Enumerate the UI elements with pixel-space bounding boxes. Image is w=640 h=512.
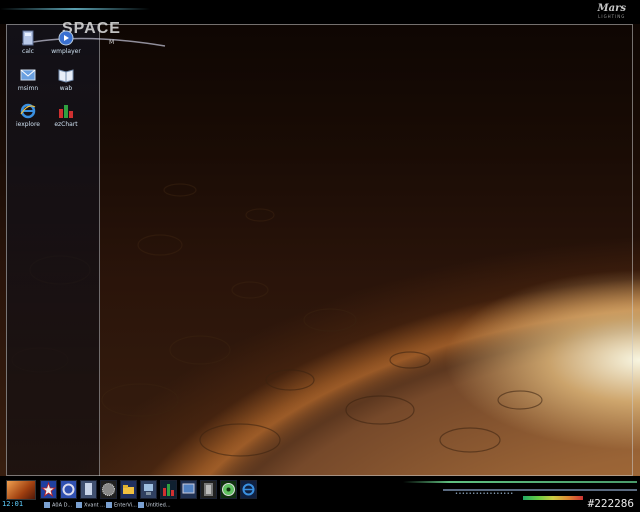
monitor-icon[interactable] [180,480,197,499]
task-button[interactable]: A0A D... [44,502,72,511]
chart-icon[interactable] [160,480,177,499]
task-button[interactable]: Untitled... [138,502,171,511]
task-button[interactable]: EnterVi... [106,502,137,511]
internet-explorer-icon [20,103,36,119]
window-icon [138,502,144,508]
desktop-icon-wab[interactable]: wab [46,67,86,92]
window-icon [106,502,112,508]
network-icon[interactable] [140,480,157,499]
task-button[interactable]: Xvant ... [76,502,105,511]
half-moon-icon[interactable] [60,480,77,499]
start-button[interactable] [6,480,36,500]
desktop-icon-iexplore[interactable]: iexplore [8,103,48,128]
desktop-icon-label: iexplore [16,121,40,128]
chart-icon [59,105,73,118]
globe-icon[interactable] [100,480,117,499]
window-icon [44,502,50,508]
disc-icon[interactable] [220,480,237,499]
address-book-icon [58,69,74,83]
calculator-icon [22,30,34,46]
window-icon [76,502,82,508]
desktop-icon-label: ezChart [54,121,78,128]
brand-title: Mars [597,3,626,14]
star-icon[interactable] [40,480,57,499]
desktop-icon-label: msimn [17,85,39,92]
top-accent-line [0,8,150,10]
brand-logo: Mars LIGHTING [598,3,626,19]
document-icon[interactable] [80,480,97,499]
level-meter [523,496,583,500]
mail-icon [20,69,36,81]
desktop-icon-label: wmplayer [51,48,81,55]
desktop-icon-ezchart[interactable]: ezChart [46,103,86,128]
desktop-frame [6,24,633,476]
color-code-label: #222286 [587,497,634,510]
media-player-icon [58,30,74,46]
desktop-icon-msimn[interactable]: msimn [8,67,48,92]
desktop-icon-wmplayer[interactable]: wmplayer [46,30,86,55]
film-icon[interactable] [200,480,217,499]
desktop-icon-calc[interactable]: calc [8,30,48,55]
desktop-icon-label: calc [22,48,34,55]
status-dots: ••••••••••••••••• [455,491,514,497]
desktop-title-suffix: M [109,39,115,46]
internet-explorer-icon[interactable] [240,480,257,499]
taskbar-clock: 12:01 [2,500,24,508]
brand-subtitle: LIGHTING [598,14,626,19]
tray-accent-line [403,481,637,483]
folder-icon[interactable] [120,480,137,499]
desktop-icon-label: wab [59,85,73,92]
